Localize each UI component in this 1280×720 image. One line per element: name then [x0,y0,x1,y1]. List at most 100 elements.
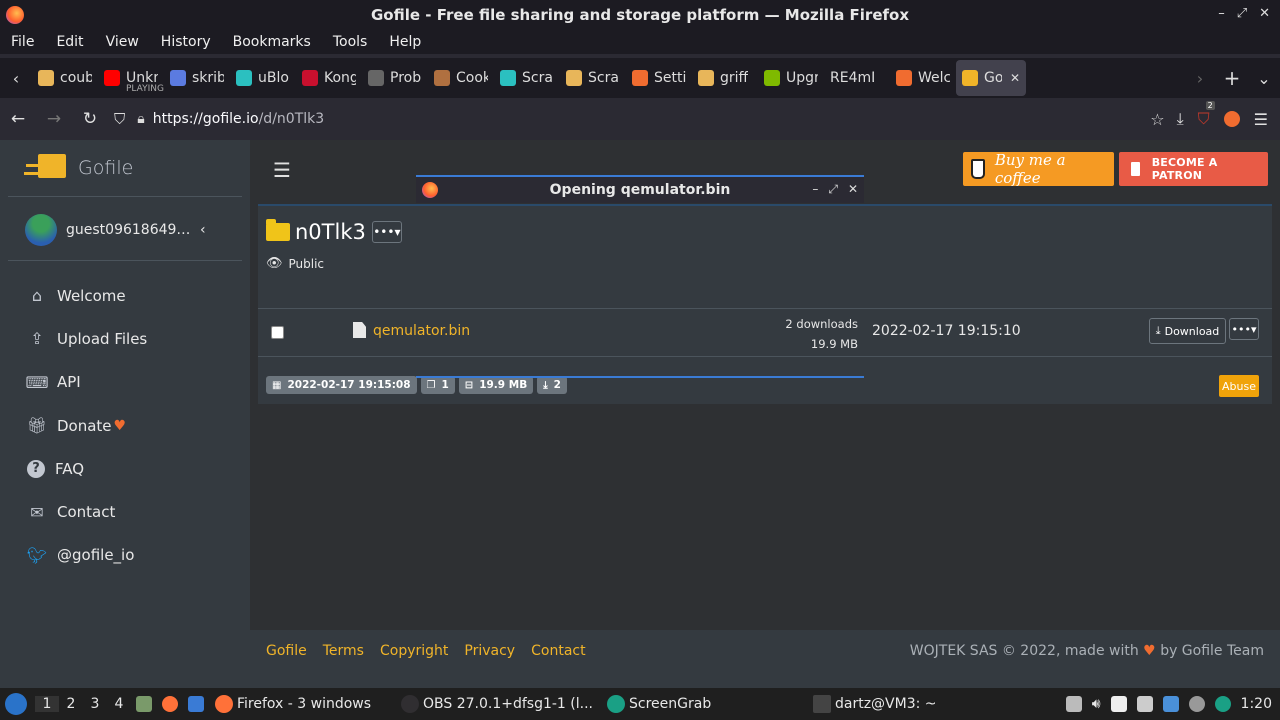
taskbar-task-1[interactable]: OBS 27.0.1+dfsg1-1 (l... [401,695,601,713]
menu-view[interactable]: View [106,34,139,50]
sidebar-item-contact[interactable]: ✉ Contact [27,490,147,533]
chevron-left-icon[interactable]: ‹ [200,222,206,238]
taskbar-task-label: OBS 27.0.1+dfsg1-1 (l... [423,696,593,712]
bookmark-star-icon[interactable]: ☆ [1150,110,1164,129]
tab-7[interactable]: Scra [494,60,560,96]
taskbar-task-3[interactable]: dartz@VM3: ~ [813,695,973,713]
menu-file[interactable]: File [11,34,34,50]
file-name-link[interactable]: qemulator.bin [373,323,470,339]
tab-13[interactable]: Welc [890,60,956,96]
footer-link-privacy[interactable]: Privacy [464,643,515,659]
sidebar-item-upload-files[interactable]: ⇪ Upload Files [27,317,147,360]
buy-me-a-coffee-button[interactable]: Buy me a coffee [963,151,1114,187]
list-all-tabs-icon[interactable]: ⌄ [1248,69,1280,88]
workspace-1[interactable]: 1 [35,696,59,712]
tracking-shield-icon[interactable]: ⛉ [114,110,125,128]
file-manager-icon[interactable] [136,696,152,712]
taskbar-task-2[interactable]: ScreenGrab [607,695,807,713]
clock[interactable]: 1:20 [1241,696,1272,712]
tab-10[interactable]: griff [692,60,758,96]
tab-3[interactable]: uBlo [230,60,296,96]
tab-5[interactable]: Prob [362,60,428,96]
sidebar-item-welcome[interactable]: ⌂ Welcome [27,274,147,317]
tab-11[interactable]: Upgr [758,60,824,96]
download-button[interactable]: ⤓ Download [1149,318,1226,344]
downloads-icon[interactable]: ⤓ [1177,109,1184,129]
volume-icon[interactable]: 🔊︎ [1092,696,1101,712]
close-icon[interactable]: ✕ [1259,6,1270,21]
sidebar-item-donate[interactable]: 🎁︎ Donate ♥ [27,404,147,447]
network-icon[interactable] [1188,696,1205,712]
maximize-icon[interactable]: ⤢ [828,182,838,197]
sidebar-item-label: Donate [57,416,112,435]
menu-tools[interactable]: Tools [333,34,368,50]
url-text[interactable]: https://gofile.io/d/n0Tlk3 [153,111,324,127]
folder-card: n0Tlk3 ••• ▾ 👁︎ Public qemulator.bin 2 do… [258,204,1272,404]
monitor-icon[interactable] [1136,696,1153,712]
tab-0[interactable]: coub [32,60,98,96]
tab-label: Prob [390,70,422,86]
app-menu-icon[interactable]: ☰ [1254,110,1268,129]
tab-8[interactable]: Scra [560,60,626,96]
tab-6[interactable]: Cook [428,60,494,96]
sidebar-item-api[interactable]: ⌨ API [25,361,147,404]
footer-link-contact[interactable]: Contact [531,643,585,659]
reload-icon[interactable]: ↻ [72,109,108,129]
lock-icon[interactable]: 🔒︎ [137,111,144,127]
forward-icon[interactable]: → [36,109,72,129]
tab-scroll-right-icon[interactable]: › [1184,69,1216,88]
tab-scroll-left-icon[interactable]: ‹ [0,69,32,88]
hamburger-menu-icon[interactable]: ☰ [273,158,291,182]
download-dialog-titlebar[interactable]: Opening qemulator.bin – ⤢ ✕ [416,175,864,203]
user-panel[interactable]: guest096186499... ‹ [25,214,206,246]
abuse-button[interactable]: Abuse [1219,375,1259,397]
footer-link-gofile[interactable]: Gofile [266,643,307,659]
new-tab-icon[interactable]: + [1216,66,1248,90]
workspace-4[interactable]: 4 [107,696,131,712]
tab-1[interactable]: Unkr PLAYING [98,60,164,96]
close-icon[interactable]: ✕ [848,182,858,197]
tray-app-icon[interactable] [1065,696,1082,712]
tab-2[interactable]: skrib [164,60,230,96]
notification-icon[interactable] [1162,696,1179,712]
ublock-extension-icon[interactable]: ⛉ 2 [1198,101,1215,129]
footer-link-terms[interactable]: Terms [323,643,364,659]
maximize-icon[interactable]: ⤢ [1237,6,1247,21]
menu-bookmarks[interactable]: Bookmarks [233,34,311,50]
close-tab-icon[interactable]: ✕ [1010,71,1020,85]
obs-icon [401,695,419,713]
file-meta: 2 downloads 19.9 MB [785,314,858,354]
tab-9[interactable]: Setti [626,60,692,96]
back-icon[interactable]: ← [0,109,36,129]
firefox-launcher-icon[interactable] [162,696,178,712]
menu-history[interactable]: History [161,34,211,50]
start-menu-icon[interactable] [5,693,27,715]
griffin-icon [698,70,714,86]
file-select-checkbox[interactable] [271,326,284,339]
desktop-icon[interactable] [188,696,204,712]
sidebar-item-gofile-io[interactable]: 🐦︎ @gofile_io [27,534,147,577]
sidebar-divider [8,260,242,261]
minimize-icon[interactable]: – [1218,6,1225,21]
file-options-button[interactable]: ••• ▾ [1229,318,1259,340]
menu-help[interactable]: Help [389,34,421,50]
sidebar-item-faq[interactable]: ? FAQ [27,447,147,490]
minimize-icon[interactable]: – [812,182,818,197]
folder-options-button[interactable]: ••• ▾ [371,221,402,243]
menu-edit[interactable]: Edit [56,34,83,50]
extension-icon[interactable] [1223,111,1240,127]
brand-link[interactable]: Gofile [24,152,133,184]
url-bar[interactable]: ⛉ 🔒︎ https://gofile.io/d/n0Tlk3 ☆ [114,103,1171,135]
coub-icon [38,70,54,86]
tab-4[interactable]: Kong [296,60,362,96]
footer-link-copyright[interactable]: Copyright [380,643,448,659]
clipboard-icon[interactable] [1110,696,1127,712]
page-footer: Gofile Terms Copyright Privacy Contact WOJTE… [250,630,1280,688]
screengrab-tray-icon[interactable] [1214,696,1231,712]
workspace-2[interactable]: 2 [59,696,83,712]
become-a-patron-button[interactable]: BECOME A PATRON [1119,152,1268,186]
workspace-3[interactable]: 3 [83,696,107,712]
tab-14[interactable]: Go ✕ [956,60,1026,96]
tab-12[interactable]: RE4mD [824,60,890,96]
taskbar-task-0[interactable]: Firefox - 3 windows [215,695,395,713]
